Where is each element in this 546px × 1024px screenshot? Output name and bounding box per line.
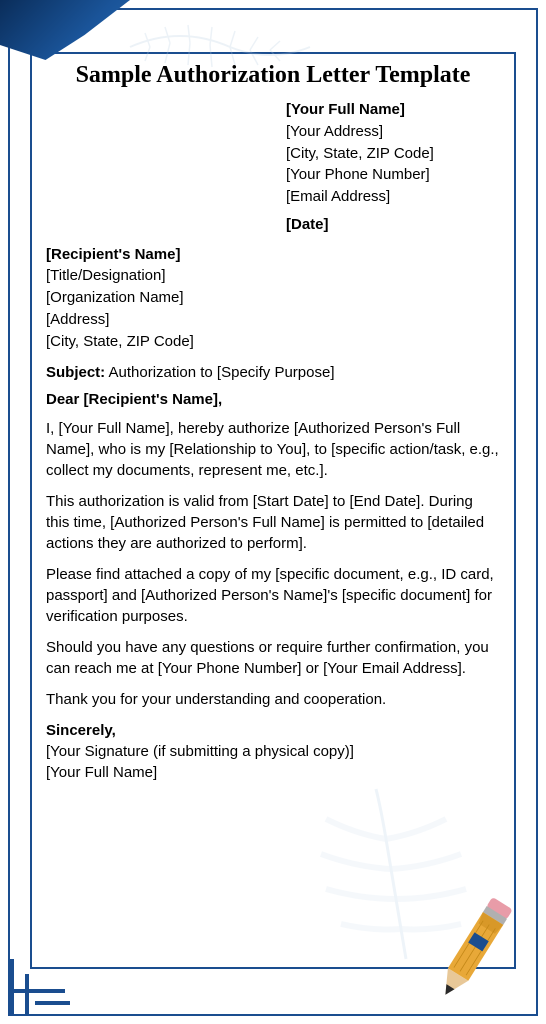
paragraph-5: Thank you for your understanding and coo… bbox=[46, 689, 500, 710]
sender-name: [Your Full Name] bbox=[286, 99, 500, 121]
corner-decoration-bottom-left bbox=[10, 959, 70, 1014]
closing-name: [Your Full Name] bbox=[46, 762, 500, 783]
sender-block: [Your Full Name] [Your Address] [City, S… bbox=[286, 99, 500, 236]
document-title: Sample Authorization Letter Template bbox=[46, 62, 500, 89]
recipient-address: [Address] bbox=[46, 309, 500, 331]
sender-citystate: [City, State, ZIP Code] bbox=[286, 143, 500, 165]
sender-address: [Your Address] bbox=[286, 121, 500, 143]
paragraph-4: Should you have any questions or require… bbox=[46, 637, 500, 679]
recipient-block: [Recipient's Name] [Title/Designation] [… bbox=[46, 244, 500, 353]
paragraph-2: This authorization is valid from [Start … bbox=[46, 491, 500, 554]
subject-text: Authorization to [Specify Purpose] bbox=[105, 364, 334, 381]
closing-block: Sincerely, [Your Signature (if submittin… bbox=[46, 720, 500, 783]
sender-email: [Email Address] bbox=[286, 186, 500, 208]
salutation: Dear [Recipient's Name], bbox=[46, 391, 500, 408]
paragraph-1: I, [Your Full Name], hereby authorize [A… bbox=[46, 418, 500, 481]
subject-line: Subject: Authorization to [Specify Purpo… bbox=[46, 364, 500, 381]
signature-line: [Your Signature (if submitting a physica… bbox=[46, 741, 500, 762]
recipient-org: [Organization Name] bbox=[46, 287, 500, 309]
paragraph-3: Please find attached a copy of my [speci… bbox=[46, 564, 500, 627]
recipient-title: [Title/Designation] bbox=[46, 265, 500, 287]
document-content: Sample Authorization Letter Template [Yo… bbox=[46, 62, 500, 959]
recipient-citystate: [City, State, ZIP Code] bbox=[46, 331, 500, 353]
subject-label: Subject: bbox=[46, 364, 105, 381]
sender-phone: [Your Phone Number] bbox=[286, 164, 500, 186]
sign-off: Sincerely, bbox=[46, 720, 500, 741]
recipient-name: [Recipient's Name] bbox=[46, 244, 500, 266]
letter-date: [Date] bbox=[286, 214, 500, 236]
